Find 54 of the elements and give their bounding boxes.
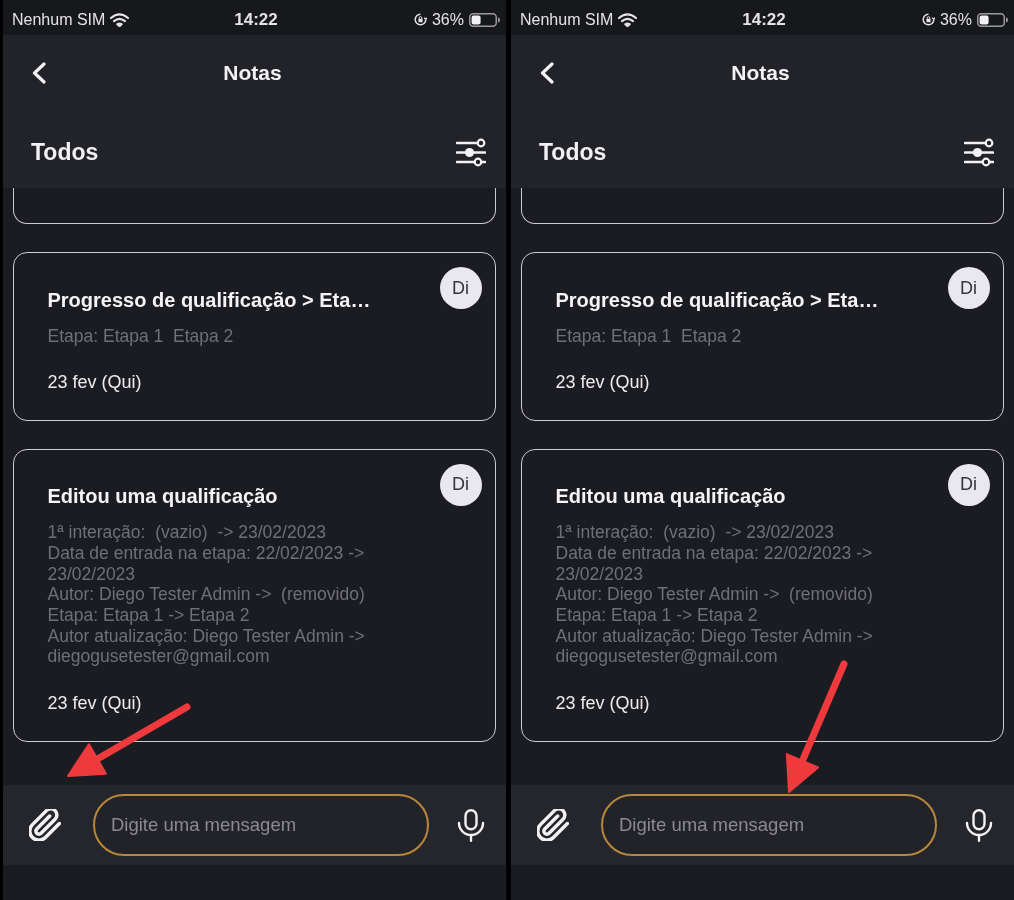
note-title: Progresso de qualificação > Eta… — [555, 287, 879, 312]
author-avatar: Di — [439, 463, 482, 506]
filter-button[interactable] — [963, 136, 995, 169]
note-detail: Autor: Diego Tester Admin -> (removido) — [555, 584, 873, 605]
attach-button[interactable] — [535, 807, 571, 843]
clock-time: 14:22 — [234, 9, 278, 30]
note-title: Progresso de qualificação > Eta… — [47, 287, 371, 312]
battery-percent: 36% — [939, 10, 972, 29]
chevron-left-icon — [540, 62, 554, 84]
note-detail: Autor atualização: Diego Tester Admin -> diegogusetester@gmail.com — [47, 625, 366, 668]
note-detail: 1ª interação: (vazio) -> 23/02/2023 — [47, 522, 326, 543]
sliders-icon — [456, 138, 486, 167]
microphone-icon — [965, 808, 993, 842]
note-detail: Autor: Diego Tester Admin -> (removido) — [47, 584, 365, 605]
note-date: 23 fev (Qui) — [47, 692, 142, 716]
message-input[interactable]: Digite uma mensagem — [93, 794, 429, 856]
carrier-label: Nenhum SIM — [520, 10, 614, 29]
microphone-icon — [457, 808, 485, 842]
message-input[interactable]: Digite uma mensagem — [601, 794, 937, 856]
wifi-icon — [110, 12, 130, 27]
note-detail: Etapa: Etapa 1 -> Etapa 2 — [555, 605, 758, 626]
note-title: Editou uma qualificação — [555, 484, 786, 509]
screen-title: Notas — [223, 61, 282, 85]
note-date: 23 fev (Qui) — [555, 371, 650, 395]
battery-percent: 36% — [431, 10, 464, 29]
note-date: 23 fev (Qui) — [555, 692, 650, 716]
rotation-lock-icon — [921, 13, 935, 26]
attach-button[interactable] — [27, 807, 63, 843]
note-date: 23 fev (Qui) — [47, 371, 142, 395]
note-detail: Etapa: Etapa 1 Etapa 2 — [47, 325, 234, 347]
rotation-lock-icon — [413, 13, 427, 26]
note-detail: Etapa: Etapa 1 Etapa 2 — [555, 325, 742, 347]
sliders-icon — [964, 138, 994, 167]
filter-button[interactable] — [455, 136, 487, 169]
filter-label: Todos — [539, 139, 607, 166]
author-avatar: Di — [947, 267, 990, 309]
note-detail: Data de entrada na etapa: 22/02/2023 -> 23/02/2023 — [555, 542, 874, 585]
paperclip-icon — [29, 809, 61, 841]
note-detail: Data de entrada na etapa: 22/02/2023 -> 23/02/2023 — [47, 542, 366, 585]
paperclip-icon — [537, 809, 569, 841]
wifi-icon — [618, 12, 638, 27]
filter-label: Todos — [31, 139, 99, 166]
clock-time: 14:22 — [742, 9, 786, 30]
note-detail: Autor atualização: Diego Tester Admin -> diegogusetester@gmail.com — [555, 625, 874, 668]
author-avatar: Di — [439, 267, 482, 309]
note-title: Editou uma qualificação — [47, 484, 278, 509]
author-avatar: Di — [947, 463, 990, 506]
carrier-label: Nenhum SIM — [12, 10, 106, 29]
battery-icon — [977, 12, 1008, 27]
battery-icon — [469, 12, 500, 27]
screen-title: Notas — [731, 61, 790, 85]
chevron-left-icon — [32, 62, 46, 84]
note-detail: Etapa: Etapa 1 -> Etapa 2 — [47, 605, 250, 626]
note-detail: 1ª interação: (vazio) -> 23/02/2023 — [555, 522, 834, 543]
